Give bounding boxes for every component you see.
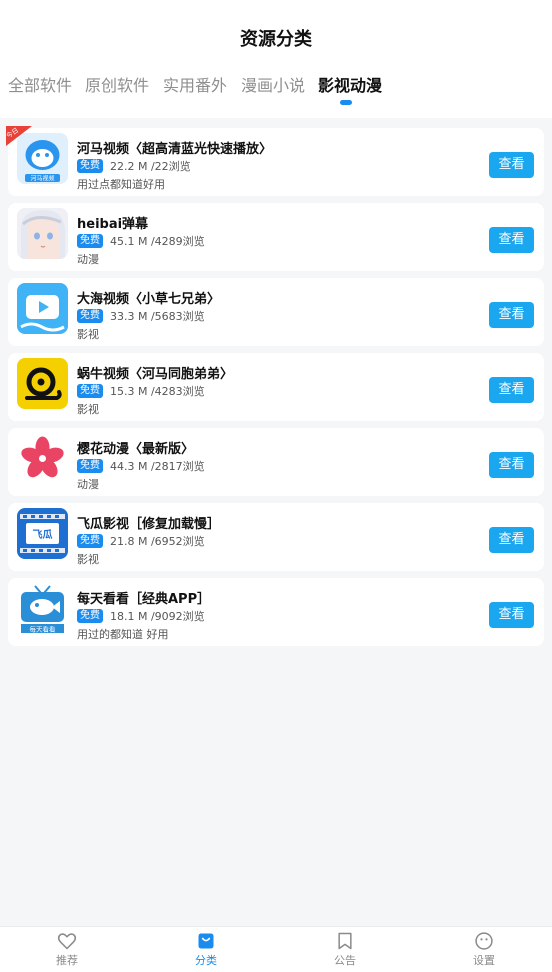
nav-category-label: 分类 (195, 954, 217, 967)
size-views: 15.3 M /4283浏览 (110, 385, 205, 398)
top-bar: 资源分类 全部软件 原创软件 实用番外 漫画小说 影视动漫 (0, 0, 552, 118)
nav-settings[interactable]: 设置 (454, 931, 514, 968)
app-meta: 免费 45.1 M /4289浏览 (77, 233, 205, 249)
view-button[interactable]: 查看 (489, 227, 534, 253)
app-meta: 免费 15.3 M /4283浏览 (77, 383, 205, 399)
app-meta: 免费 22.2 M /22浏览 (77, 158, 191, 174)
size-views: 45.1 M /4289浏览 (110, 235, 205, 248)
free-badge: 免费 (77, 384, 103, 398)
app-desc: 动漫 (77, 478, 99, 491)
app-desc: 影视 (77, 553, 99, 566)
free-badge: 免费 (77, 609, 103, 623)
app-desc: 影视 (77, 328, 99, 341)
heart-icon (57, 933, 77, 950)
list-item[interactable]: 飞瓜 飞瓜影视［修复加载慢］ 免费 21.8 M /6952浏览 影视 查看 (8, 503, 544, 571)
app-name: 大海视频〈小草七兄弟〉 (77, 292, 221, 307)
app-desc: 影视 (77, 403, 99, 416)
list-item[interactable]: heibai弹幕 免费 45.1 M /4289浏览 动漫 查看 (8, 203, 544, 271)
category-bag-icon (198, 933, 214, 949)
app-desc: 用过点都知道好用 (77, 178, 165, 191)
view-button[interactable]: 查看 (489, 602, 534, 628)
tab-film-anime[interactable]: 影视动漫 (318, 72, 382, 96)
film-strip-icon: 飞瓜 (17, 508, 68, 559)
size-views: 18.1 M /9092浏览 (110, 610, 205, 623)
nav-announcement-label: 公告 (334, 954, 356, 967)
app-name: 河马视频〈超高清蓝光快速播放〉 (77, 142, 273, 157)
size-views: 44.3 M /2817浏览 (110, 460, 205, 473)
nav-settings-label: 设置 (473, 954, 495, 967)
sakura-flower-icon (17, 433, 68, 484)
free-badge: 免费 (77, 309, 103, 323)
app-meta: 免费 21.8 M /6952浏览 (77, 533, 205, 549)
hippo-icon-text: 河马视频 (30, 175, 54, 183)
view-button[interactable]: 查看 (489, 377, 534, 403)
today-tag: 今日 (6, 126, 32, 146)
tv-icon-text: 每天看看 (30, 625, 57, 634)
app-name: 每天看看［经典APP］ (77, 592, 211, 607)
anime-girl-icon (17, 208, 68, 259)
app-desc: 动漫 (77, 253, 99, 266)
app-name: heibai弹幕 (77, 217, 149, 232)
view-button[interactable]: 查看 (489, 302, 534, 328)
free-badge: 免费 (77, 159, 103, 173)
tab-practical-extras[interactable]: 实用番外 (163, 72, 227, 96)
size-views: 22.2 M /22浏览 (110, 160, 191, 173)
app-meta: 免费 33.3 M /5683浏览 (77, 308, 205, 324)
smiley-icon (475, 932, 493, 950)
page-title: 资源分类 (240, 29, 312, 50)
size-views: 21.8 M /6952浏览 (110, 535, 205, 548)
snail-icon (17, 358, 68, 409)
tab-comics-novels[interactable]: 漫画小说 (241, 72, 305, 96)
tv-fish-icon: 每天看看 (17, 583, 68, 634)
list-item[interactable]: 蜗牛视频〈河马同胞弟弟〉 免费 15.3 M /4283浏览 影视 查看 (8, 353, 544, 421)
bookmark-icon (338, 932, 352, 950)
free-badge: 免费 (77, 234, 103, 248)
nav-recommend-label: 推荐 (56, 954, 78, 967)
tab-original-software[interactable]: 原创软件 (85, 72, 149, 96)
list-item[interactable]: 每天看看 每天看看［经典APP］ 免费 18.1 M /9092浏览 用过的都知… (8, 578, 544, 646)
free-badge: 免费 (77, 534, 103, 548)
app-name: 樱花动漫〈最新版〉 (77, 442, 195, 457)
video-play-icon (17, 283, 68, 334)
app-name: 飞瓜影视［修复加载慢］ (77, 517, 221, 532)
view-button[interactable]: 查看 (489, 527, 534, 553)
list-item[interactable]: 大海视频〈小草七兄弟〉 免费 33.3 M /5683浏览 影视 查看 (8, 278, 544, 346)
feigua-icon-text: 飞瓜 (33, 529, 53, 541)
free-badge: 免费 (77, 459, 103, 473)
category-tabs: 全部软件 原创软件 实用番外 漫画小说 影视动漫 (0, 72, 552, 102)
size-views: 33.3 M /5683浏览 (110, 310, 205, 323)
tab-all-software[interactable]: 全部软件 (8, 72, 72, 96)
app-list: 河马视频 今日 河马视频〈超高清蓝光快速播放〉 免费 22.2 M /22浏览 … (6, 126, 544, 653)
view-button[interactable]: 查看 (489, 152, 534, 178)
nav-category[interactable]: 分类 (176, 931, 236, 968)
active-tab-indicator (340, 100, 352, 105)
nav-recommend[interactable]: 推荐 (37, 931, 97, 968)
app-desc: 用过的都知道 好用 (77, 628, 169, 641)
list-item[interactable]: 樱花动漫〈最新版〉 免费 44.3 M /2817浏览 动漫 查看 (8, 428, 544, 496)
view-button[interactable]: 查看 (489, 452, 534, 478)
bottom-nav: 推荐 分类 公告 设置 (0, 926, 552, 972)
app-name: 蜗牛视频〈河马同胞弟弟〉 (77, 367, 234, 382)
list-item[interactable]: 河马视频 今日 河马视频〈超高清蓝光快速播放〉 免费 22.2 M /22浏览 … (6, 126, 544, 196)
app-meta: 免费 44.3 M /2817浏览 (77, 458, 205, 474)
nav-announcement[interactable]: 公告 (315, 931, 375, 968)
app-meta: 免费 18.1 M /9092浏览 (77, 608, 205, 624)
